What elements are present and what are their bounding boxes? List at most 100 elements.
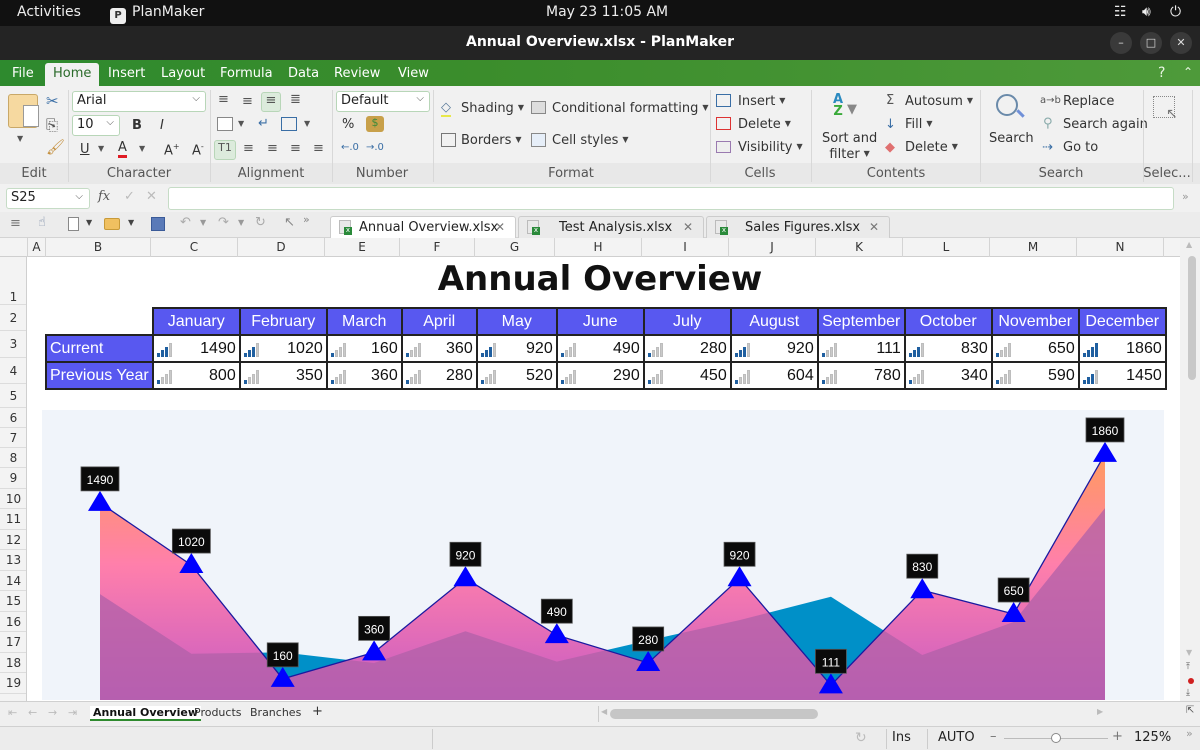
touch-mode-icon[interactable]: ☝ xyxy=(38,215,46,230)
zoom-in-button[interactable]: + xyxy=(1112,729,1123,744)
value-cell[interactable]: 450 xyxy=(642,361,732,390)
goto-button[interactable]: Go to xyxy=(1063,140,1098,155)
data-point-marker[interactable] xyxy=(910,578,935,599)
merge-dropdown-icon[interactable]: ▼ xyxy=(238,119,244,128)
italic-button[interactable]: I xyxy=(160,118,164,133)
undo-dropdown-icon[interactable]: ▼ xyxy=(200,218,206,227)
conditional-formatting-icon[interactable] xyxy=(531,101,546,114)
insert-cells-icon[interactable] xyxy=(716,94,731,107)
repeat-icon[interactable]: ↻ xyxy=(255,215,266,230)
next-sheet-icon[interactable]: → xyxy=(48,706,57,719)
month-header-cell[interactable]: August xyxy=(729,307,819,336)
month-header-cell[interactable]: July xyxy=(642,307,732,336)
value-cell[interactable]: 920 xyxy=(729,334,819,363)
month-header-cell[interactable]: February xyxy=(238,307,328,336)
doc-tab-sales-figures[interactable]: Sales Figures.xlsx ✕ xyxy=(706,216,890,238)
row-header-19[interactable]: 19 xyxy=(0,673,26,694)
calc-mode[interactable]: AUTO xyxy=(938,730,975,745)
visibility-icon[interactable] xyxy=(716,141,731,153)
scroll-down-icon[interactable]: ▼ xyxy=(1186,648,1192,657)
more-status-icon[interactable]: » xyxy=(1186,727,1193,740)
close-tab-icon[interactable]: ✕ xyxy=(869,220,879,234)
confirm-icon[interactable]: ✓ xyxy=(124,189,135,204)
fill-icon[interactable]: ↓ xyxy=(885,117,896,132)
area-chart[interactable]: 1490 1020 160 360 920 490 280 920 111 830 650 1860 xyxy=(42,410,1164,700)
row-header-6[interactable]: 6 xyxy=(0,408,26,428)
open-folder-icon[interactable] xyxy=(104,218,120,230)
column-header-j[interactable]: J xyxy=(729,238,816,257)
row-header-18[interactable]: 18 xyxy=(0,653,26,673)
text-direction-icon[interactable]: T1 xyxy=(214,140,236,160)
data-point-marker[interactable] xyxy=(88,490,112,511)
minimize-button[interactable]: – xyxy=(1110,32,1132,54)
number-format-combo[interactable]: Default ⌵ xyxy=(336,91,430,112)
visibility-button[interactable]: Visibility ▼ xyxy=(738,140,803,155)
borders-icon[interactable] xyxy=(441,133,456,147)
cancel-icon[interactable]: ✕ xyxy=(146,189,157,204)
currency-icon[interactable]: $ xyxy=(366,116,384,132)
redo-icon[interactable]: ↷ xyxy=(218,215,229,230)
replace-button[interactable]: Replace xyxy=(1063,94,1114,109)
search-again-button[interactable]: Search again xyxy=(1063,117,1148,132)
tab-review[interactable]: Review xyxy=(334,66,380,81)
align-bottom-icon[interactable]: ≡ xyxy=(261,92,281,112)
value-cell[interactable]: 920 xyxy=(475,334,558,363)
tab-file[interactable]: File xyxy=(12,66,34,81)
add-sheet-button[interactable]: + xyxy=(312,704,323,719)
month-header-cell[interactable]: September xyxy=(816,307,906,336)
tab-layout[interactable]: Layout xyxy=(161,66,205,81)
horizontal-scroll-thumb[interactable] xyxy=(610,709,818,719)
value-cell[interactable]: 490 xyxy=(555,334,645,363)
value-cell[interactable]: 604 xyxy=(729,361,819,390)
column-header-m[interactable]: M xyxy=(990,238,1077,257)
first-sheet-icon[interactable]: ⇤ xyxy=(8,706,17,719)
row-header-15[interactable]: 15 xyxy=(0,591,26,612)
sheet-tab-annual-overview[interactable]: Annual Overview xyxy=(90,706,201,721)
justify-icon[interactable]: ≡ xyxy=(313,141,324,156)
select-objects-icon[interactable]: ↖ xyxy=(284,215,295,230)
column-header-f[interactable]: F xyxy=(400,238,475,257)
sort-filter-button[interactable]: Sort and filter ▼ xyxy=(822,131,877,162)
value-cell[interactable]: 1450 xyxy=(1077,361,1167,390)
cell-styles-button[interactable]: Cell styles ▼ xyxy=(552,133,629,148)
borders-grid-icon[interactable] xyxy=(281,117,297,131)
align-left-icon[interactable]: ≡ xyxy=(243,141,254,156)
copy-icon[interactable]: ⎘ xyxy=(46,116,58,134)
paste-dropdown-icon[interactable]: ▼ xyxy=(17,134,23,143)
page-down-icon[interactable]: ⤓ xyxy=(1186,688,1190,698)
search-again-icon[interactable]: ⚲ xyxy=(1043,116,1053,131)
record-dot-icon[interactable] xyxy=(1188,678,1194,684)
menu-icon[interactable]: ≡ xyxy=(10,216,21,231)
value-cell[interactable]: 280 xyxy=(400,361,478,390)
column-header-h[interactable]: H xyxy=(555,238,642,257)
merge-cells-icon[interactable] xyxy=(217,117,233,131)
conditional-formatting-button[interactable]: Conditional formatting ▼ xyxy=(552,101,708,116)
redo-dropdown-icon[interactable]: ▼ xyxy=(238,218,244,227)
empty-cell[interactable] xyxy=(46,308,153,335)
column-header-i[interactable]: I xyxy=(642,238,729,257)
activities-button[interactable]: Activities xyxy=(17,4,81,20)
tab-insert[interactable]: Insert xyxy=(108,66,145,81)
last-sheet-icon[interactable]: ⇥ xyxy=(68,706,77,719)
borders-button[interactable]: Borders ▼ xyxy=(461,133,522,148)
page-up-icon[interactable]: ⤒ xyxy=(1186,662,1190,672)
column-header-n[interactable]: N xyxy=(1077,238,1164,257)
row-header-3[interactable]: 3 xyxy=(0,331,26,358)
value-cell[interactable]: 590 xyxy=(990,361,1080,390)
month-header-cell[interactable]: January xyxy=(151,307,241,336)
new-dropdown-icon[interactable]: ▼ xyxy=(86,218,92,227)
shading-icon[interactable]: ◇ xyxy=(441,100,451,117)
row-header-12[interactable]: 12 xyxy=(0,530,26,550)
cell-styles-icon[interactable] xyxy=(531,133,546,147)
row-header-14[interactable]: 14 xyxy=(0,571,26,591)
increase-decimal-icon[interactable]: →.0 xyxy=(366,142,384,153)
value-cell[interactable]: 280 xyxy=(642,334,732,363)
month-header-cell[interactable]: April xyxy=(400,307,478,336)
delete-cells-icon[interactable] xyxy=(716,117,731,130)
row-header-9[interactable]: 9 xyxy=(0,468,26,489)
value-cell[interactable]: 340 xyxy=(903,361,993,390)
network-icon[interactable]: ☷ xyxy=(1114,4,1127,20)
align-top-icon[interactable]: ≡ xyxy=(218,92,229,107)
row-header-10[interactable]: 10 xyxy=(0,489,26,509)
shrink-font-button[interactable]: A- xyxy=(192,142,204,158)
